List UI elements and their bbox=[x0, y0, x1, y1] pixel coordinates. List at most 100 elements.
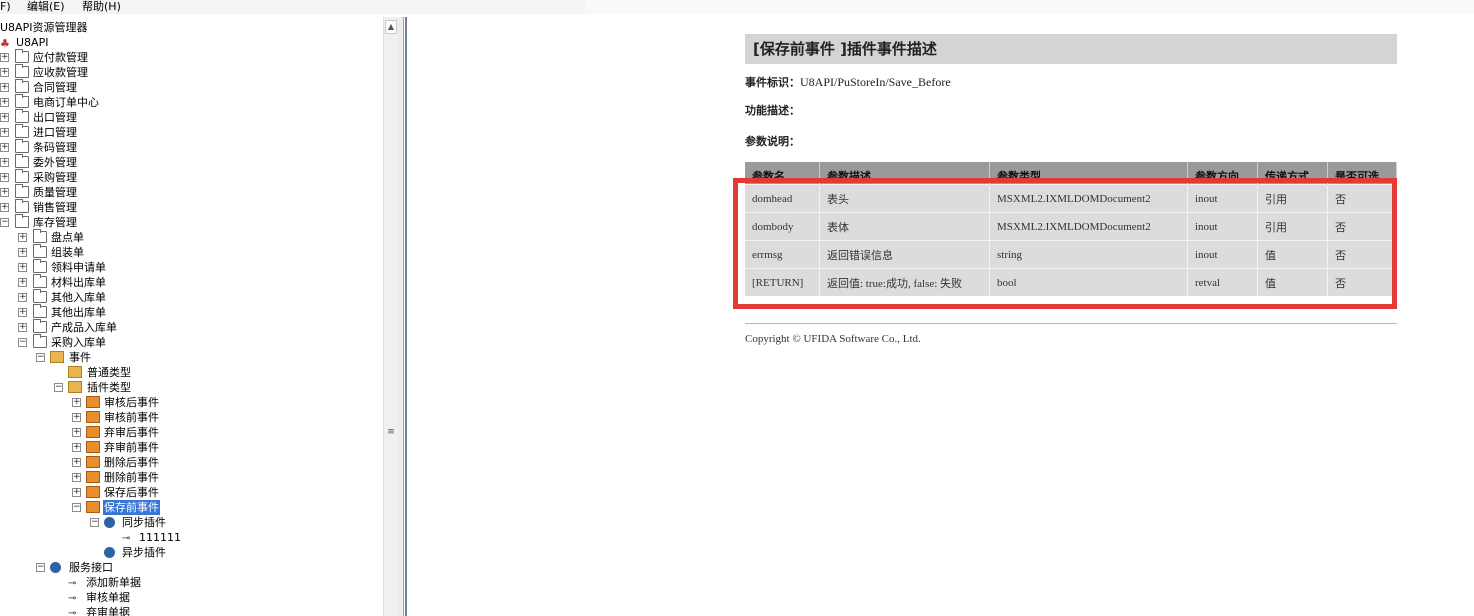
collapse-icon[interactable]: − bbox=[0, 218, 9, 227]
expand-icon[interactable]: + bbox=[18, 323, 27, 332]
tree-node-label[interactable]: 删除前事件 bbox=[103, 470, 160, 485]
expand-icon[interactable]: + bbox=[0, 83, 9, 92]
expand-icon[interactable]: + bbox=[0, 98, 9, 107]
params-header-row: 参数名 参数描述 参数类型 参数方向 传递方式 是否可选 bbox=[745, 162, 1397, 185]
expand-icon[interactable]: + bbox=[72, 413, 81, 422]
cell-name: domhead bbox=[745, 184, 820, 213]
collapse-icon[interactable]: − bbox=[54, 383, 63, 392]
tree-node-label[interactable]: 111111 bbox=[138, 530, 182, 545]
resource-tree[interactable]: U8API资源管理器 ♣ U8API + 应付款管理 + 应收款管理 + 合同管理 + 电商订… bbox=[0, 17, 383, 616]
collapse-icon[interactable]: − bbox=[18, 338, 27, 347]
tree-node-label[interactable]: 盘点单 bbox=[50, 230, 85, 245]
expand-icon[interactable]: + bbox=[72, 428, 81, 437]
tree-node-label[interactable]: 审核后事件 bbox=[103, 395, 160, 410]
cell-optional: 否 bbox=[1327, 184, 1397, 213]
tree-node-label[interactable]: 条码管理 bbox=[32, 140, 78, 155]
tree-node-label[interactable]: 服务接口 bbox=[68, 560, 114, 575]
expand-icon[interactable]: + bbox=[72, 458, 81, 467]
table-row: domhead 表头 MSXML2.IXMLDOMDocument2 inout… bbox=[745, 184, 1397, 213]
tree-node-label[interactable]: 弃审前事件 bbox=[103, 440, 160, 455]
expand-icon[interactable]: + bbox=[72, 398, 81, 407]
expand-icon[interactable]: + bbox=[0, 53, 9, 62]
menu-help[interactable]: 帮助(H) bbox=[82, 0, 121, 14]
folder-icon bbox=[33, 304, 47, 318]
expand-icon[interactable]: + bbox=[18, 308, 27, 317]
tree-node-label[interactable]: 异步插件 bbox=[121, 545, 167, 560]
tree-node-label[interactable]: 委外管理 bbox=[32, 155, 78, 170]
tree-node-label[interactable]: 采购管理 bbox=[32, 170, 78, 185]
collapse-icon[interactable]: − bbox=[36, 563, 45, 572]
tree-scrollbar[interactable]: ▲ ≡ bbox=[383, 17, 398, 616]
tree-node-label[interactable]: 电商订单中心 bbox=[32, 95, 100, 110]
collapse-icon[interactable]: − bbox=[72, 503, 81, 512]
expand-icon[interactable]: + bbox=[18, 293, 27, 302]
cell-passing: 引用 bbox=[1257, 184, 1328, 213]
scroll-up-arrow-icon[interactable]: ▲ bbox=[385, 20, 397, 34]
col-header-passing: 传递方式 bbox=[1257, 162, 1328, 185]
tree-node-label[interactable]: 进口管理 bbox=[32, 125, 78, 140]
tree-node-label[interactable]: 保存后事件 bbox=[103, 485, 160, 500]
expand-icon[interactable]: + bbox=[72, 488, 81, 497]
tree-node-label[interactable]: 其他出库单 bbox=[50, 305, 107, 320]
tree-node-label[interactable]: 弃审单据 bbox=[85, 605, 131, 616]
tree-node-label[interactable]: 审核单据 bbox=[85, 590, 131, 605]
tree-root-label[interactable]: U8API bbox=[15, 35, 49, 50]
expand-icon[interactable]: + bbox=[72, 443, 81, 452]
tree-node-label[interactable]: 删除后事件 bbox=[103, 455, 160, 470]
collapse-icon[interactable]: − bbox=[90, 518, 99, 527]
cell-passing: 值 bbox=[1257, 268, 1328, 296]
expand-icon[interactable]: + bbox=[18, 248, 27, 257]
tree-node-label[interactable]: 应收款管理 bbox=[32, 65, 89, 80]
gear-icon bbox=[50, 562, 61, 573]
tree-node-label[interactable]: 合同管理 bbox=[32, 80, 78, 95]
scroll-grip-icon[interactable]: ≡ bbox=[385, 425, 397, 439]
menu-file-fragment[interactable]: F) bbox=[0, 0, 11, 14]
key-icon: ⊸ bbox=[68, 593, 77, 604]
tree-node-label[interactable]: 弃审后事件 bbox=[103, 425, 160, 440]
folder-icon bbox=[15, 214, 29, 228]
tree-node-label[interactable]: 出口管理 bbox=[32, 110, 78, 125]
expand-icon[interactable]: + bbox=[0, 143, 9, 152]
folder-icon bbox=[15, 154, 29, 168]
expand-icon[interactable]: + bbox=[0, 173, 9, 182]
tree-node-label[interactable]: 采购入库单 bbox=[50, 335, 107, 350]
tree-node-label[interactable]: 其他入库单 bbox=[50, 290, 107, 305]
collapse-icon[interactable]: − bbox=[36, 353, 45, 362]
expand-icon[interactable]: + bbox=[18, 263, 27, 272]
expand-icon[interactable]: + bbox=[72, 473, 81, 482]
tree-node-label[interactable]: 事件 bbox=[68, 350, 92, 365]
tree-node-label[interactable]: 添加新单据 bbox=[85, 575, 142, 590]
expand-icon[interactable]: + bbox=[0, 68, 9, 77]
menu-edit[interactable]: 编辑(E) bbox=[27, 0, 65, 14]
plugin-event-icon bbox=[86, 501, 100, 513]
tree-node-label[interactable]: 材料出库单 bbox=[50, 275, 107, 290]
tree-node-label[interactable]: 应付款管理 bbox=[32, 50, 89, 65]
tree-node-label[interactable]: 插件类型 bbox=[86, 380, 132, 395]
tree-node-label[interactable]: 产成品入库单 bbox=[50, 320, 118, 335]
pane-splitter[interactable] bbox=[398, 17, 404, 616]
tree-node-label[interactable]: 普通类型 bbox=[86, 365, 132, 380]
expand-icon[interactable]: + bbox=[0, 188, 9, 197]
plugin-event-icon bbox=[86, 411, 100, 423]
plugin-event-icon bbox=[86, 441, 100, 453]
expand-icon[interactable]: + bbox=[0, 158, 9, 167]
tree-node-label[interactable]: 库存管理 bbox=[32, 215, 78, 230]
tree-node-label[interactable]: 质量管理 bbox=[32, 185, 78, 200]
plugin-event-icon bbox=[86, 426, 100, 438]
tree-node-label[interactable]: 同步插件 bbox=[121, 515, 167, 530]
expand-icon[interactable]: + bbox=[18, 278, 27, 287]
folder-icon bbox=[15, 109, 29, 123]
tree-node-label[interactable]: 组装单 bbox=[50, 245, 85, 260]
event-id-row: 事件标识：U8API/PuStoreIn/Save_Before bbox=[745, 74, 951, 90]
expand-icon[interactable]: + bbox=[0, 203, 9, 212]
tree-node-label[interactable]: 销售管理 bbox=[32, 200, 78, 215]
cell-direction: inout bbox=[1187, 240, 1258, 269]
tree-node-label[interactable]: 保存前事件 bbox=[103, 500, 160, 515]
expand-icon[interactable]: + bbox=[18, 233, 27, 242]
expand-icon[interactable]: + bbox=[0, 113, 9, 122]
tree-node-label[interactable]: 领料申请单 bbox=[50, 260, 107, 275]
event-id-value: U8API/PuStoreIn/Save_Before bbox=[800, 75, 951, 89]
tree-node-label[interactable]: 审核前事件 bbox=[103, 410, 160, 425]
expand-icon[interactable]: + bbox=[0, 128, 9, 137]
params-table: 参数名 参数描述 参数类型 参数方向 传递方式 是否可选 domhead 表头 … bbox=[745, 162, 1397, 296]
